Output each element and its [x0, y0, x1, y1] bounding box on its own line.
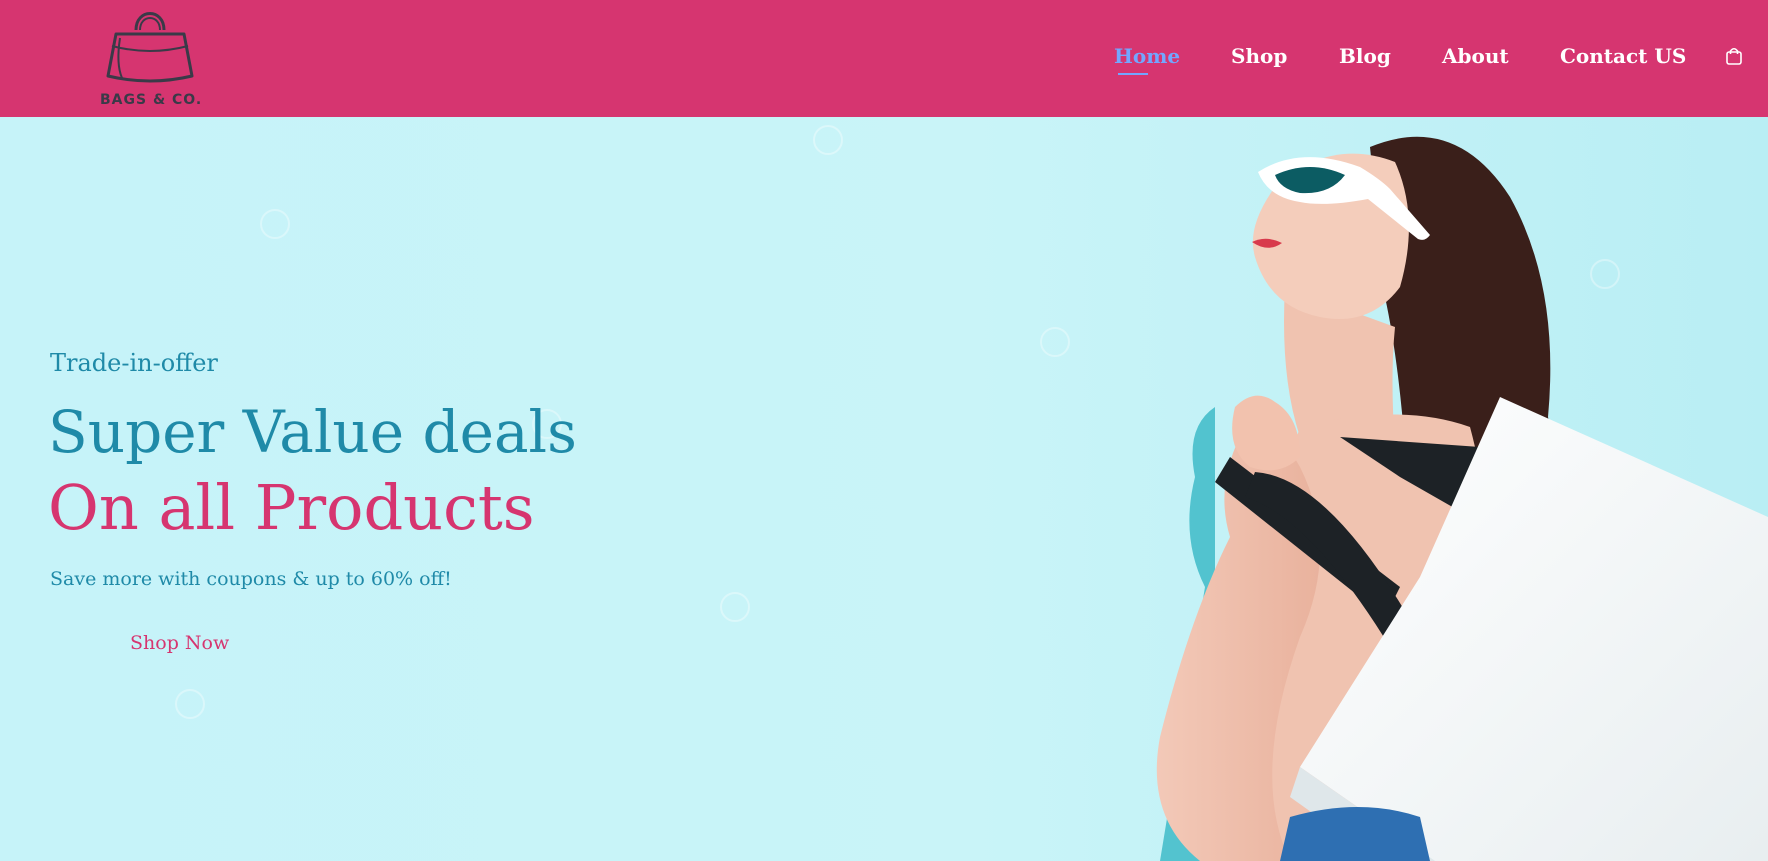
nav-active-indicator — [1118, 73, 1148, 75]
brand-logo[interactable]: BAGS & CO. — [100, 4, 203, 114]
cart-button[interactable] — [1725, 46, 1743, 66]
hero-description: Save more with coupons & up to 60% off! — [50, 568, 452, 590]
hero-tag: Trade-in-offer — [50, 349, 218, 377]
shop-now-button[interactable]: Shop Now — [130, 632, 229, 654]
nav-contact[interactable]: Contact US — [1560, 44, 1686, 68]
hero-headline-secondary: On all Products — [48, 471, 535, 544]
hero-banner: Trade-in-offer Super Value deals On all … — [0, 117, 1768, 861]
site-header: BAGS & CO. Home Shop Blog About Contact … — [0, 0, 1768, 117]
hero-headline-primary: Super Value deals — [48, 398, 577, 466]
shopping-bag-icon — [1726, 47, 1742, 65]
brand-name: BAGS & CO. — [100, 92, 203, 108]
nav-blog[interactable]: Blog — [1339, 44, 1391, 68]
nav-home[interactable]: Home — [1114, 44, 1180, 68]
nav-about[interactable]: About — [1442, 44, 1509, 68]
nav-shop[interactable]: Shop — [1231, 44, 1287, 68]
handbag-icon — [106, 12, 194, 83]
